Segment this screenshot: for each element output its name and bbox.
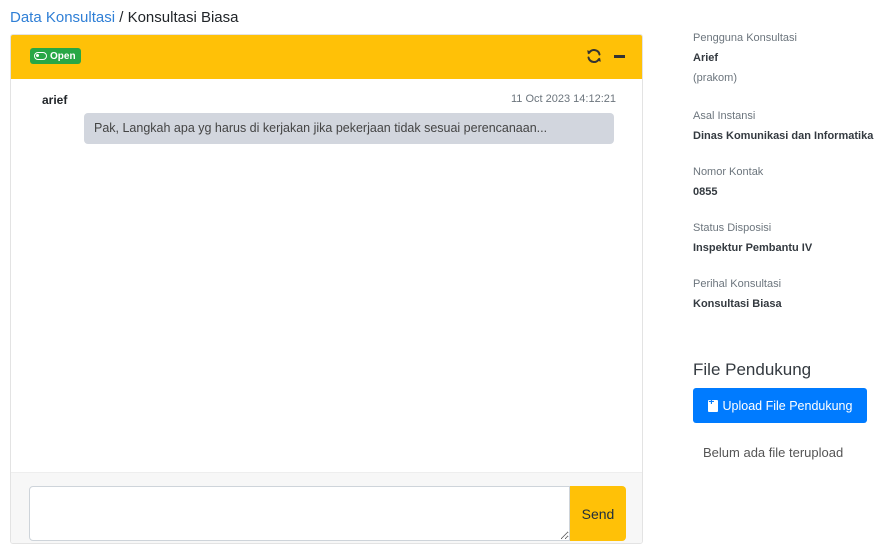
breadcrumb-current: Konsultasi Biasa [127,9,239,26]
status-badge: Open [30,48,81,64]
info-agency-label: Asal Instansi [693,110,756,122]
info-contact-label: Nomor Kontak [693,166,764,178]
info-user-name: Arief [693,52,719,64]
info-user-role: (prakom) [693,72,738,84]
message-timestamp: 11 Oct 2023 14:12:21 [511,93,616,105]
file-plus-icon [707,397,718,412]
refresh-icon[interactable] [585,47,603,65]
status-badge-label: Open [50,50,76,62]
chat-messages: arief 11 Oct 2023 14:12:21 Pak, Langkah … [11,79,642,472]
files-section-title: File Pendukung [693,360,812,379]
upload-file-button[interactable]: Upload File Pendukung [693,388,867,423]
info-disposition-value: Inspektur Pembantu IV [693,242,813,254]
message-sender: arief [42,93,68,107]
info-disposition-label: Status Disposisi [693,222,772,234]
info-subject-label: Perihal Konsultasi [693,278,782,290]
send-button[interactable]: Send [570,486,626,541]
info-disposition: Status Disposisi Inspektur Pembantu IV [693,220,812,256]
info-agency: Asal Instansi Dinas Komunikasi dan Infor… [693,108,873,144]
info-contact: Nomor Kontak 0855 [693,164,763,200]
info-user: Pengguna Konsultasi Arief (prakom) [693,30,797,86]
info-agency-value: Dinas Komunikasi dan Informatika [693,130,874,142]
info-user-label: Pengguna Konsultasi [693,32,797,44]
chat-card: Open arief 11 Oct 2023 14:12:21 Pak, Lan… [10,34,643,544]
breadcrumb: Data Konsultasi / Konsultasi Biasa [10,8,238,28]
toggle-on-icon [34,52,47,60]
info-contact-value: 0855 [693,186,718,198]
info-subject-value: Konsultasi Biasa [693,298,782,310]
upload-file-label: Upload File Pendukung [722,398,853,413]
chat-footer: Send [11,472,642,543]
message-input[interactable] [29,486,570,541]
chat-header: Open [11,35,642,79]
breadcrumb-link-data-konsultasi[interactable]: Data Konsultasi [10,9,115,26]
breadcrumb-separator: / [119,9,124,26]
message-bubble: Pak, Langkah apa yg harus di kerjakan ji… [84,113,614,144]
info-subject: Perihal Konsultasi Konsultasi Biasa [693,276,782,312]
no-files-text: Belum ada file terupload [703,445,844,460]
minus-icon[interactable] [614,55,625,58]
